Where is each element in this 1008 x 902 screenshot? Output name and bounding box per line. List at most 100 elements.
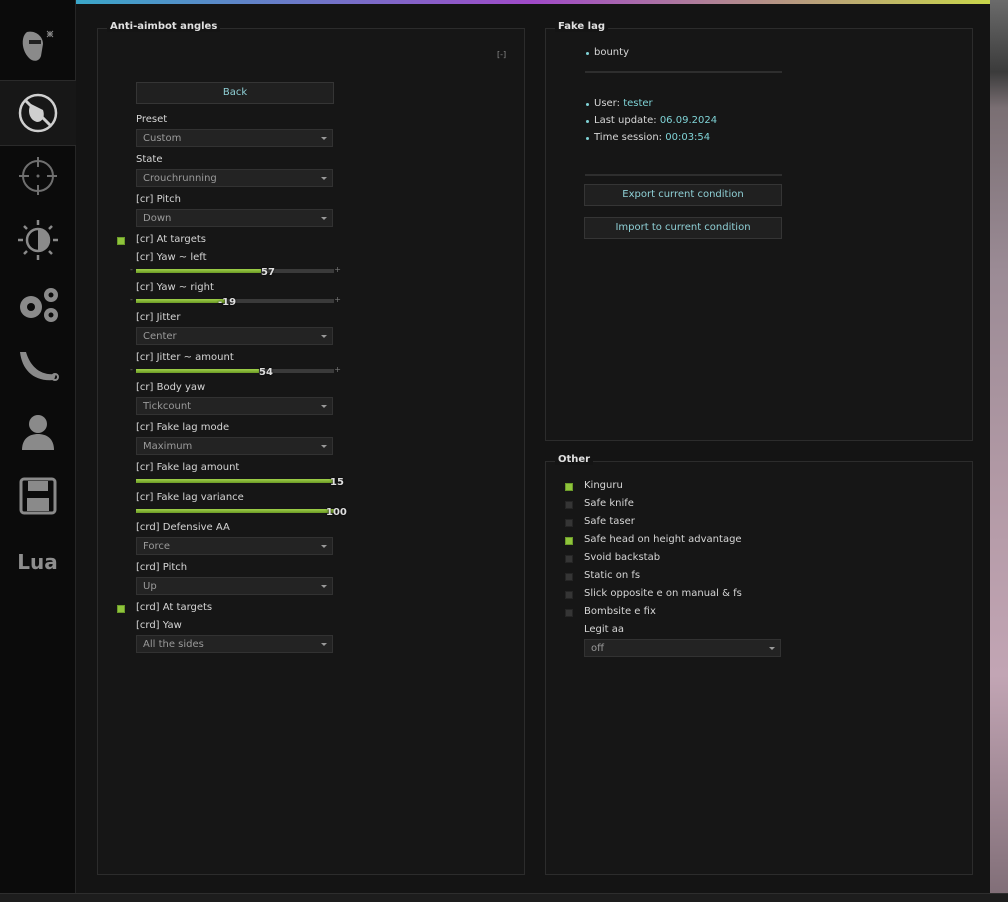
sidebar: Lua <box>0 0 76 893</box>
yaw-right-label: [cr] Yaw ~ right <box>136 282 214 293</box>
tab-misc[interactable] <box>0 272 75 336</box>
slider-value: 100 <box>326 507 347 518</box>
fake-lag-mode-dropdown[interactable]: Maximum <box>136 437 333 455</box>
bullet-icon <box>586 137 589 140</box>
other-option-checkbox[interactable] <box>565 519 573 527</box>
other-option-label: Safe head on height advantage <box>584 534 742 545</box>
crd-yaw-dropdown[interactable]: All the sides <box>136 635 333 653</box>
legit-aa-dropdown[interactable]: off <box>584 639 781 657</box>
other-option-checkbox[interactable] <box>565 591 573 599</box>
tab-players[interactable] <box>0 400 75 464</box>
other-option-checkbox[interactable] <box>565 537 573 545</box>
import-condition-button[interactable]: Import to current condition <box>584 217 782 239</box>
other-option-checkbox[interactable] <box>565 609 573 617</box>
jitter-dropdown[interactable]: Center <box>136 327 333 345</box>
other-option-label: Slick opposite e on manual & fs <box>584 588 742 599</box>
slider-fill <box>136 299 226 303</box>
state-dropdown[interactable]: Crouchrunning <box>136 169 333 187</box>
chevron-down-icon <box>321 445 327 448</box>
back-button[interactable]: Back <box>136 82 334 104</box>
divider <box>585 71 782 73</box>
chevron-down-icon <box>321 137 327 140</box>
tab-rage[interactable] <box>0 14 75 78</box>
bullet-icon <box>586 120 589 123</box>
slider-fill <box>136 479 334 483</box>
tab-anti-aim[interactable] <box>0 80 76 146</box>
at-targets-label: [cr] At targets <box>136 234 206 245</box>
jitter-amount-slider[interactable]: - + 54 <box>130 365 341 378</box>
collapse-toggle[interactable]: [-] <box>497 50 506 59</box>
defensive-aa-dropdown[interactable]: Force <box>136 537 333 555</box>
tab-config[interactable] <box>0 464 75 528</box>
crd-at-targets-checkbox[interactable] <box>117 605 125 613</box>
other-option-label: Safe knife <box>584 498 634 509</box>
pitch-dropdown[interactable]: Down <box>136 209 333 227</box>
other-option-label: Svoid backstab <box>584 552 661 563</box>
gears-icon <box>19 288 58 322</box>
crd-yaw-label: [crd] Yaw <box>136 620 182 631</box>
crd-pitch-dropdown[interactable]: Up <box>136 577 333 595</box>
anti-aimbot-icon <box>18 93 58 133</box>
other-option-label: Bombsite e fix <box>584 606 656 617</box>
visuals-icon <box>17 220 58 260</box>
tab-visuals[interactable] <box>0 208 75 272</box>
lua-icon: Lua <box>17 550 58 574</box>
divider <box>585 174 782 176</box>
bullet-icon <box>586 52 589 55</box>
at-targets-checkbox[interactable] <box>117 237 125 245</box>
anti-aimbot-title: Anti-aimbot angles <box>107 21 221 32</box>
other-option-checkbox[interactable] <box>565 555 573 563</box>
tab-lua[interactable]: Lua <box>0 530 75 594</box>
body-yaw-dropdown[interactable]: Tickcount <box>136 397 333 415</box>
chevron-down-icon <box>321 545 327 548</box>
fake-lag-variance-slider[interactable]: 100 <box>136 507 347 518</box>
yaw-left-label: [cr] Yaw ~ left <box>136 252 207 263</box>
slider-fill <box>136 509 334 513</box>
body-yaw-label: [cr] Body yaw <box>136 382 206 393</box>
jitter-amount-label: [cr] Jitter ~ amount <box>136 352 234 363</box>
crosshair-icon <box>18 157 57 195</box>
tab-skins[interactable] <box>0 336 75 400</box>
chevron-down-icon <box>321 217 327 220</box>
jitter-label: [cr] Jitter <box>136 312 181 323</box>
slider-fill <box>136 269 261 273</box>
legit-aa-label: Legit aa <box>584 624 625 635</box>
crd-pitch-label: [crd] Pitch <box>136 562 188 573</box>
other-option-label: Safe taser <box>584 516 635 527</box>
slider-value: 57 <box>261 267 275 278</box>
other-option-checkbox[interactable] <box>565 501 573 509</box>
save-icon <box>19 477 56 515</box>
other-option-checkbox[interactable] <box>565 573 573 581</box>
defensive-aa-label: [crd] Defensive AA <box>136 522 230 533</box>
export-condition-button[interactable]: Export current condition <box>584 184 782 206</box>
last-update-row: Last update: 06.09.2024 <box>594 115 718 126</box>
tab-legit[interactable] <box>0 144 75 208</box>
chevron-down-icon <box>321 643 327 646</box>
background-game-view <box>990 0 1008 901</box>
slider-value: -19 <box>218 297 237 308</box>
script-name: bounty <box>594 47 629 58</box>
time-session-row: Time session: 00:03:54 <box>594 132 711 143</box>
other-option-checkbox[interactable] <box>565 483 573 491</box>
other-option-label: Kinguru <box>584 480 623 491</box>
chevron-down-icon <box>769 647 775 650</box>
fake-lag-amount-label: [cr] Fake lag amount <box>136 462 240 473</box>
chevron-down-icon <box>321 177 327 180</box>
fake-lag-title: Fake lag <box>555 21 608 32</box>
preset-dropdown[interactable]: Custom <box>136 129 333 147</box>
fake-lag-variance-label: [cr] Fake lag variance <box>136 492 244 503</box>
knife-icon <box>19 352 59 381</box>
crd-at-targets-label: [crd] At targets <box>136 602 213 613</box>
slider-fill <box>136 369 259 373</box>
bullet-icon <box>586 103 589 106</box>
chevron-down-icon <box>321 585 327 588</box>
chevron-down-icon <box>321 405 327 408</box>
preset-label: Preset <box>136 114 168 125</box>
fake-lag-mode-label: [cr] Fake lag mode <box>136 422 230 433</box>
slider-value: 54 <box>259 367 273 378</box>
state-label: State <box>136 154 163 165</box>
fake-lag-amount-slider[interactable]: 15 <box>136 477 344 488</box>
yaw-left-slider[interactable]: - + 57 <box>130 265 341 278</box>
yaw-right-slider[interactable]: - + -19 <box>130 295 341 308</box>
chevron-down-icon <box>321 335 327 338</box>
